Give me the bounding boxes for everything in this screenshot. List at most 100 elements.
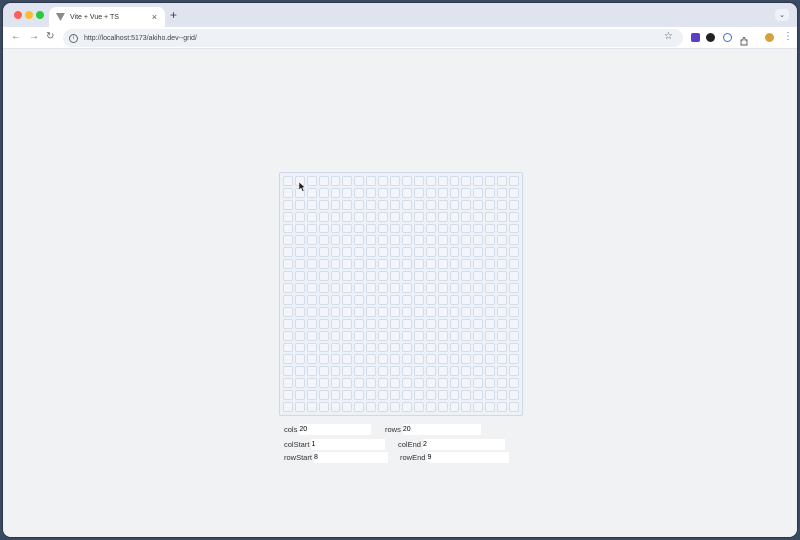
tab-search-button[interactable]: ⌄ [775,9,789,21]
grid-cell[interactable] [354,247,365,258]
grid-cell[interactable] [294,294,305,305]
grid-cell[interactable] [425,199,436,210]
grid-cell[interactable] [461,390,472,401]
grid-cell[interactable] [354,294,365,305]
grid-cell[interactable] [318,390,329,401]
grid-cell[interactable] [497,318,508,329]
close-window-button[interactable] [14,11,22,19]
grid-cell[interactable] [461,366,472,377]
grid-cell[interactable] [294,283,305,293]
grid-cell[interactable] [342,378,353,389]
grid-cell[interactable] [413,390,424,401]
grid-cell[interactable] [378,378,389,389]
grid-cell[interactable] [449,318,460,329]
grid-cell[interactable] [509,176,519,186]
grid-cell[interactable] [509,187,519,198]
grid-cell[interactable] [449,402,460,412]
grid-cell[interactable] [497,330,508,341]
grid-cell[interactable] [378,354,389,365]
grid-cell[interactable] [390,199,400,210]
grid-cell[interactable] [390,378,400,389]
grid-cell[interactable] [497,259,508,270]
grid-cell[interactable] [354,235,365,246]
grid-cell[interactable] [390,211,400,222]
grid-cell[interactable] [401,330,412,341]
grid-cell[interactable] [485,235,496,246]
grid-cell[interactable] [294,402,305,412]
grid-cell[interactable] [509,390,519,401]
grid-cell[interactable] [509,271,519,282]
new-tab-button[interactable]: + [170,8,177,22]
grid-cell[interactable] [306,294,317,305]
grid-cell[interactable] [378,187,389,198]
grid-cell[interactable] [330,294,341,305]
puzzle-icon[interactable] [740,33,749,46]
grid-cell[interactable] [413,259,424,270]
grid-cell[interactable] [342,390,353,401]
grid-cell[interactable] [354,378,365,389]
grid-cell[interactable] [509,342,519,353]
grid-cell[interactable] [342,176,353,186]
grid-cell[interactable] [378,247,389,258]
grid-cell[interactable] [401,390,412,401]
grid-cell[interactable] [306,187,317,198]
grid-cell[interactable] [449,306,460,317]
grid-cell[interactable] [497,247,508,258]
grid-cell[interactable] [366,390,377,401]
grid-cell[interactable] [342,318,353,329]
grid-cell[interactable] [354,176,365,186]
grid-cell[interactable] [390,330,400,341]
grid-cell[interactable] [425,378,436,389]
grid-cell[interactable] [378,306,389,317]
star-icon[interactable]: ☆ [664,31,673,42]
grid-cell[interactable] [342,294,353,305]
grid-cell[interactable] [449,223,460,234]
grid-cell[interactable] [497,223,508,234]
grid-cell[interactable] [366,402,377,412]
grid-cell[interactable] [366,211,377,222]
grid-cell[interactable] [485,199,496,210]
grid-cell[interactable] [318,259,329,270]
grid-cell[interactable] [330,235,341,246]
info-icon[interactable]: i [69,33,78,43]
grid-cell[interactable] [283,390,293,401]
address-bar[interactable]: i http://localhost:5173/akiho.dev--grid/… [63,29,683,47]
grid-cell[interactable] [354,366,365,377]
grid-cell[interactable] [390,390,400,401]
grid-cell[interactable] [390,306,400,317]
grid-cell[interactable] [401,294,412,305]
grid-cell[interactable] [342,223,353,234]
reload-button[interactable]: ↻ [46,31,54,42]
grid-cell[interactable] [390,223,400,234]
grid-cell[interactable] [413,294,424,305]
grid-cell[interactable] [449,247,460,258]
grid-cell[interactable] [366,259,377,270]
grid-cell[interactable] [509,366,519,377]
grid-cell[interactable] [449,390,460,401]
grid-cell[interactable] [330,378,341,389]
grid-cell[interactable] [378,318,389,329]
grid-cell[interactable] [294,366,305,377]
grid-cell[interactable] [294,378,305,389]
grid-cell[interactable] [366,318,377,329]
grid-cell[interactable] [473,366,484,377]
grid-cell[interactable] [461,247,472,258]
browser-menu-icon[interactable]: ⋮ [783,31,793,42]
grid-cell[interactable] [366,330,377,341]
grid-cell[interactable] [437,271,448,282]
grid-cell[interactable] [485,342,496,353]
grid-cell[interactable] [509,294,519,305]
grid-cell[interactable] [401,176,412,186]
grid-cell[interactable] [413,247,424,258]
grid-cell[interactable] [366,378,377,389]
grid-cell[interactable] [283,259,293,270]
grid-cell[interactable] [294,342,305,353]
grid-cell[interactable] [294,271,305,282]
grid-cell[interactable] [497,187,508,198]
grid-cell[interactable] [366,235,377,246]
grid-cell[interactable] [354,342,365,353]
grid-cell[interactable] [437,366,448,377]
grid-cell[interactable] [306,176,317,186]
grid-cell[interactable] [437,342,448,353]
grid-cell[interactable] [509,354,519,365]
